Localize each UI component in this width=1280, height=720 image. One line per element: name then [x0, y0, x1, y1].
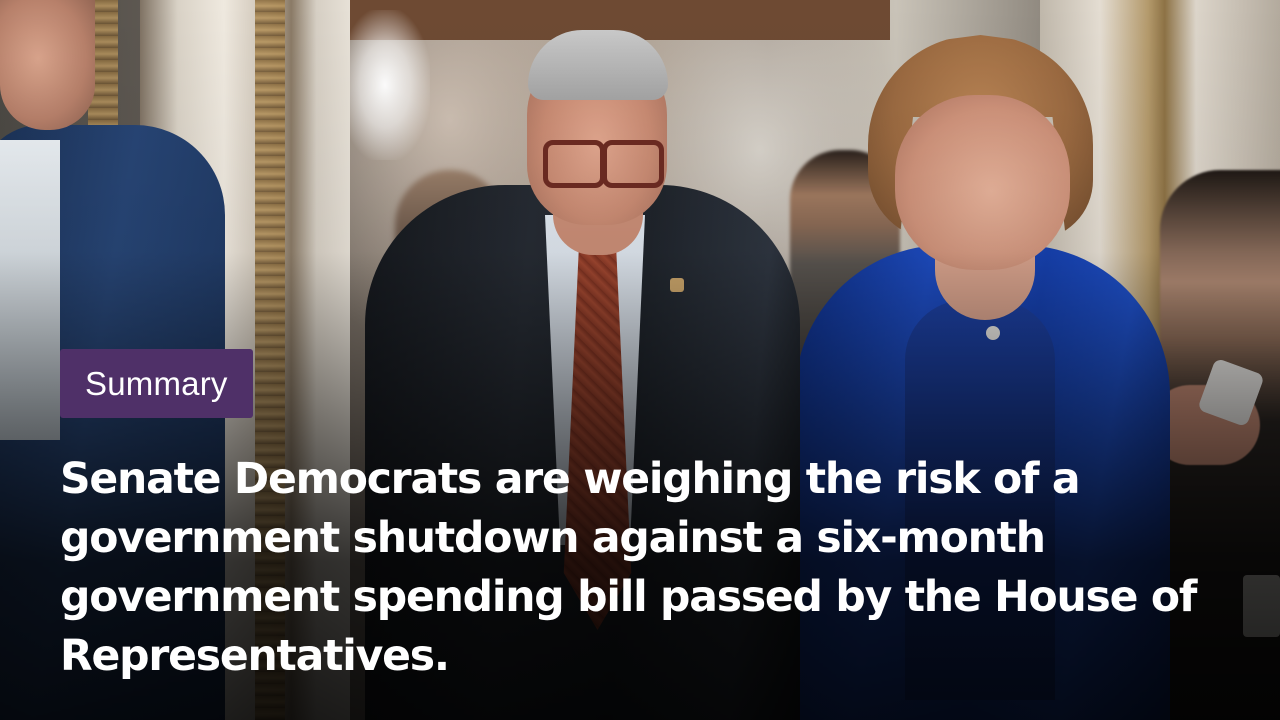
summary-tag-label: Summary [85, 364, 228, 402]
summary-card: Summary Senate Democrats are weighing th… [0, 0, 1280, 720]
summary-headline: Senate Democrats are weighing the risk o… [60, 455, 1197, 681]
summary-tag: Summary [60, 349, 253, 418]
